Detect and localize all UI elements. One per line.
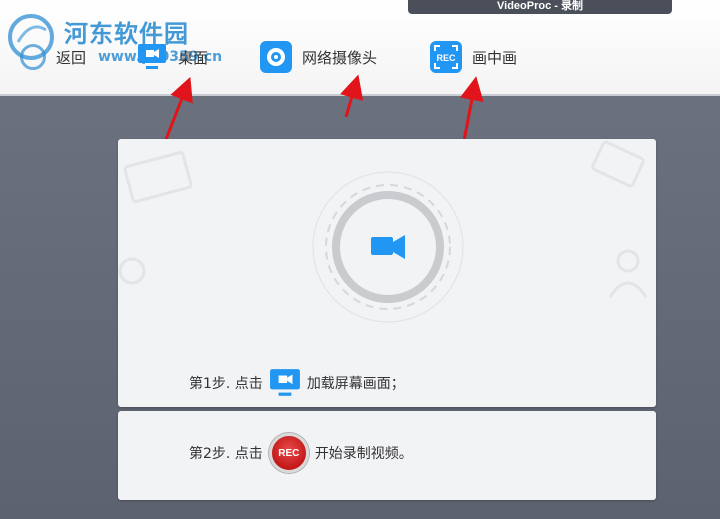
step1-prefix: 第1步. 点击 (189, 376, 263, 392)
monitor-icon[interactable] (269, 367, 301, 399)
arrow-to-webcam (340, 74, 364, 118)
rec-button-label: REC (278, 447, 300, 459)
record-center-graphic (312, 171, 464, 323)
decorative-monitor-icon (123, 151, 193, 203)
step2-panel: 第2步. 点击 REC 开始录制视频。 (118, 411, 656, 500)
decorative-webcam-icon (118, 257, 146, 285)
step1-suffix: 加载屏幕画面； (306, 376, 405, 392)
step2-instruction: 第2步. 点击 REC 开始录制视频。 (189, 433, 413, 473)
rec-button[interactable]: REC (268, 433, 309, 473)
step1-instruction: 第1步. 点击 加载屏幕画面； (189, 367, 405, 399)
arrow-to-pip (459, 76, 484, 142)
step2-suffix: 开始录制视频。 (314, 446, 413, 462)
decorative-person-icon (608, 249, 648, 298)
step2-prefix: 第2步. 点击 (189, 446, 263, 462)
record-panel: 第1步. 点击 加载屏幕画面； (118, 139, 656, 407)
decorative-camera-icon (591, 140, 645, 188)
